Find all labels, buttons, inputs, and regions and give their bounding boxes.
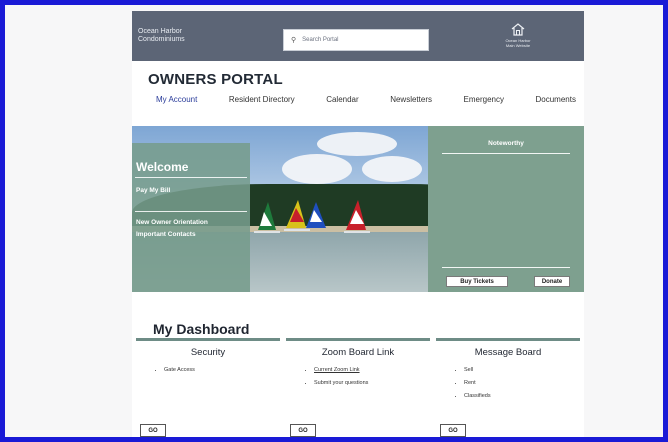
security-go-button[interactable]: GO [140, 424, 166, 437]
sailboats [254, 200, 370, 233]
important-contacts-link[interactable]: Important Contacts [136, 231, 196, 238]
card-list: Gate Access [164, 367, 280, 373]
divider [135, 177, 247, 178]
noteworthy-panel: Noteworthy Buy Tickets Donate [428, 126, 584, 292]
message-board-go-button[interactable]: GO [440, 424, 466, 437]
zoom-go-button[interactable]: GO [290, 424, 316, 437]
top-bar: Ocean Harbor Condominiums ⚲ Search Porta… [132, 11, 584, 61]
portal-page: Ocean Harbor Condominiums ⚲ Search Porta… [132, 11, 584, 437]
security-card: Security Gate Access GO [136, 338, 280, 437]
submit-questions-item: Submit your questions [314, 380, 430, 386]
cloud [317, 132, 397, 156]
divider [442, 153, 570, 154]
nav-documents[interactable]: Documents [535, 95, 575, 104]
card-list: Sell Rent Classifieds [464, 367, 580, 399]
search-placeholder: Search Portal [302, 37, 339, 43]
donate-button[interactable]: Donate [534, 276, 570, 287]
nav-emergency[interactable]: Emergency [464, 95, 504, 104]
current-zoom-link[interactable]: Current Zoom Link [314, 367, 430, 373]
divider [442, 267, 570, 268]
nav-newsletters[interactable]: Newsletters [390, 95, 432, 104]
window-frame: Ocean Harbor Condominiums ⚲ Search Porta… [5, 5, 663, 437]
brand-name: Ocean Harbor [138, 28, 182, 35]
sell-item: Sell [464, 367, 580, 373]
gate-access-item: Gate Access [164, 367, 280, 373]
home-icon [511, 23, 525, 36]
classifieds-item: Classifieds [464, 393, 580, 399]
card-title: Zoom Board Link [321, 347, 395, 358]
nav-resident-directory[interactable]: Resident Directory [229, 95, 295, 104]
nav-my-account[interactable]: My Account [156, 95, 197, 104]
pay-my-bill-link[interactable]: Pay My Bill [136, 187, 170, 194]
divider [135, 211, 247, 212]
zoom-board-card: Zoom Board Link Current Zoom Link Submit… [286, 338, 430, 437]
welcome-panel: Welcome Pay My Bill New Owner Orientatio… [132, 143, 250, 292]
rent-item: Rent [464, 380, 580, 386]
search-icon: ⚲ [291, 37, 297, 44]
noteworthy-title: Noteworthy [488, 140, 524, 147]
home-caption-line2: Main Website [505, 43, 531, 48]
main-nav: My Account Resident Directory Calendar N… [156, 95, 576, 104]
card-list: Current Zoom Link Submit your questions [314, 367, 430, 386]
dashboard-title: My Dashboard [153, 321, 250, 337]
cloud [362, 156, 422, 182]
new-owner-orientation-link[interactable]: New Owner Orientation [136, 219, 208, 226]
brand-logo[interactable]: Ocean Harbor Condominiums [138, 28, 185, 44]
welcome-title: Welcome [136, 160, 189, 174]
main-website-link[interactable]: Ocean Harbor Main Website [497, 23, 539, 48]
cloud [282, 154, 352, 184]
page-title: OWNERS PORTAL [148, 71, 283, 88]
card-title: Security [190, 347, 226, 358]
hero-banner: Welcome Pay My Bill New Owner Orientatio… [132, 126, 584, 292]
nav-calendar[interactable]: Calendar [326, 95, 358, 104]
card-title: Message Board [474, 347, 542, 358]
message-board-card: Message Board Sell Rent Classifieds GO [436, 338, 580, 437]
search-input[interactable]: ⚲ Search Portal [283, 29, 429, 51]
buy-tickets-button[interactable]: Buy Tickets [446, 276, 508, 287]
brand-subtitle: Condominiums [138, 36, 185, 43]
